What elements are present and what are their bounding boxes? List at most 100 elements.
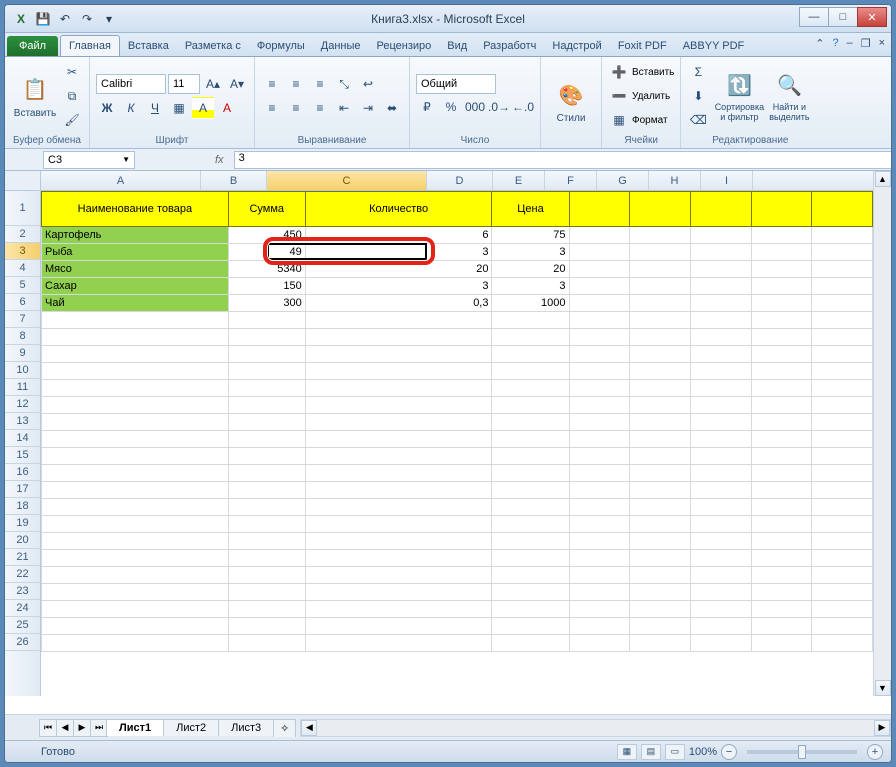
doc-minimize-icon[interactable]: – (847, 37, 853, 50)
column-header-A[interactable]: A (41, 171, 201, 190)
page-layout-view-icon[interactable]: ▤ (641, 744, 661, 760)
cell[interactable] (569, 295, 630, 312)
cell[interactable] (305, 312, 492, 329)
row-header-24[interactable]: 24 (5, 600, 40, 617)
cell[interactable] (812, 601, 873, 618)
select-all-corner[interactable] (5, 171, 41, 191)
increase-indent-icon[interactable]: ⇥ (357, 97, 379, 119)
cell[interactable] (630, 465, 691, 482)
tab-insert[interactable]: Вставка (120, 36, 177, 56)
redo-icon[interactable]: ↷ (77, 9, 97, 29)
align-middle-icon[interactable]: ≡ (285, 73, 307, 95)
cell[interactable] (630, 516, 691, 533)
find-select-button[interactable]: 🔍 Найти и выделить (765, 63, 813, 129)
column-header-G[interactable]: G (597, 171, 649, 190)
cell[interactable] (630, 278, 691, 295)
cell[interactable] (690, 482, 751, 499)
cell[interactable] (630, 363, 691, 380)
cell[interactable] (492, 431, 569, 448)
cell[interactable] (42, 567, 229, 584)
cell[interactable] (690, 397, 751, 414)
cell[interactable] (492, 329, 569, 346)
cell[interactable] (751, 601, 812, 618)
cell[interactable] (630, 346, 691, 363)
cell[interactable] (228, 431, 305, 448)
cell[interactable] (42, 380, 229, 397)
cell[interactable] (812, 499, 873, 516)
row-header-23[interactable]: 23 (5, 583, 40, 600)
zoom-thumb[interactable] (798, 745, 806, 759)
cell[interactable] (305, 346, 492, 363)
cell[interactable] (492, 414, 569, 431)
cell[interactable] (812, 244, 873, 261)
cell[interactable] (492, 550, 569, 567)
cell[interactable] (630, 312, 691, 329)
cell[interactable] (690, 278, 751, 295)
cell[interactable] (569, 601, 630, 618)
worksheet-grid[interactable]: ABCDEFGHI 123456789101112131415161718192… (5, 171, 891, 714)
cell[interactable] (690, 601, 751, 618)
align-top-icon[interactable]: ≡ (261, 73, 283, 95)
cell[interactable] (305, 465, 492, 482)
cell[interactable] (690, 329, 751, 346)
cell[interactable] (42, 550, 229, 567)
cell[interactable] (751, 550, 812, 567)
header-cell[interactable] (751, 192, 812, 227)
cell[interactable] (42, 346, 229, 363)
cell[interactable] (690, 295, 751, 312)
tab-file[interactable]: Файл (7, 36, 58, 56)
cell[interactable] (690, 363, 751, 380)
cell[interactable] (812, 482, 873, 499)
help-icon[interactable]: ? (832, 37, 838, 50)
column-header-D[interactable]: D (427, 171, 493, 190)
format-cells-label[interactable]: Формат (632, 115, 668, 126)
cell[interactable] (569, 499, 630, 516)
cell[interactable] (751, 499, 812, 516)
cell[interactable] (492, 584, 569, 601)
cell[interactable] (305, 363, 492, 380)
cell[interactable] (42, 329, 229, 346)
styles-button[interactable]: 🎨 Стили (547, 69, 595, 135)
row-header-17[interactable]: 17 (5, 481, 40, 498)
cell[interactable] (42, 533, 229, 550)
header-cell[interactable]: Цена (492, 192, 569, 227)
cell[interactable] (228, 567, 305, 584)
clear-icon[interactable]: ⌫ (687, 109, 709, 131)
cell[interactable] (630, 601, 691, 618)
row-header-19[interactable]: 19 (5, 515, 40, 532)
align-bottom-icon[interactable]: ≡ (309, 73, 331, 95)
cell[interactable] (492, 312, 569, 329)
cell[interactable] (812, 465, 873, 482)
cell[interactable] (305, 550, 492, 567)
minimize-button[interactable]: — (799, 7, 829, 27)
cell[interactable] (492, 567, 569, 584)
tab-foxit[interactable]: Foxit PDF (610, 36, 675, 56)
header-cell[interactable] (630, 192, 691, 227)
tab-page-layout[interactable]: Разметка с (177, 36, 249, 56)
cell[interactable]: Сахар (42, 278, 229, 295)
cell[interactable] (751, 448, 812, 465)
cell[interactable] (690, 567, 751, 584)
cell[interactable] (42, 601, 229, 618)
cell[interactable] (569, 414, 630, 431)
row-header-13[interactable]: 13 (5, 413, 40, 430)
cell[interactable] (690, 584, 751, 601)
cell[interactable] (305, 635, 492, 652)
delete-cells-label[interactable]: Удалить (632, 91, 670, 102)
cell[interactable] (305, 397, 492, 414)
orientation-icon[interactable]: ⤡ (333, 73, 355, 95)
row-header-8[interactable]: 8 (5, 328, 40, 345)
cell[interactable] (751, 261, 812, 278)
borders-icon[interactable]: ▦ (168, 97, 190, 119)
cell[interactable] (812, 533, 873, 550)
font-name-select[interactable]: Calibri (96, 74, 166, 94)
cell[interactable] (305, 584, 492, 601)
page-break-view-icon[interactable]: ▭ (665, 744, 685, 760)
row-header-21[interactable]: 21 (5, 549, 40, 566)
cell[interactable] (569, 380, 630, 397)
cell[interactable] (305, 380, 492, 397)
cell[interactable] (751, 431, 812, 448)
cell[interactable] (42, 465, 229, 482)
cell[interactable] (569, 397, 630, 414)
cell[interactable] (569, 465, 630, 482)
